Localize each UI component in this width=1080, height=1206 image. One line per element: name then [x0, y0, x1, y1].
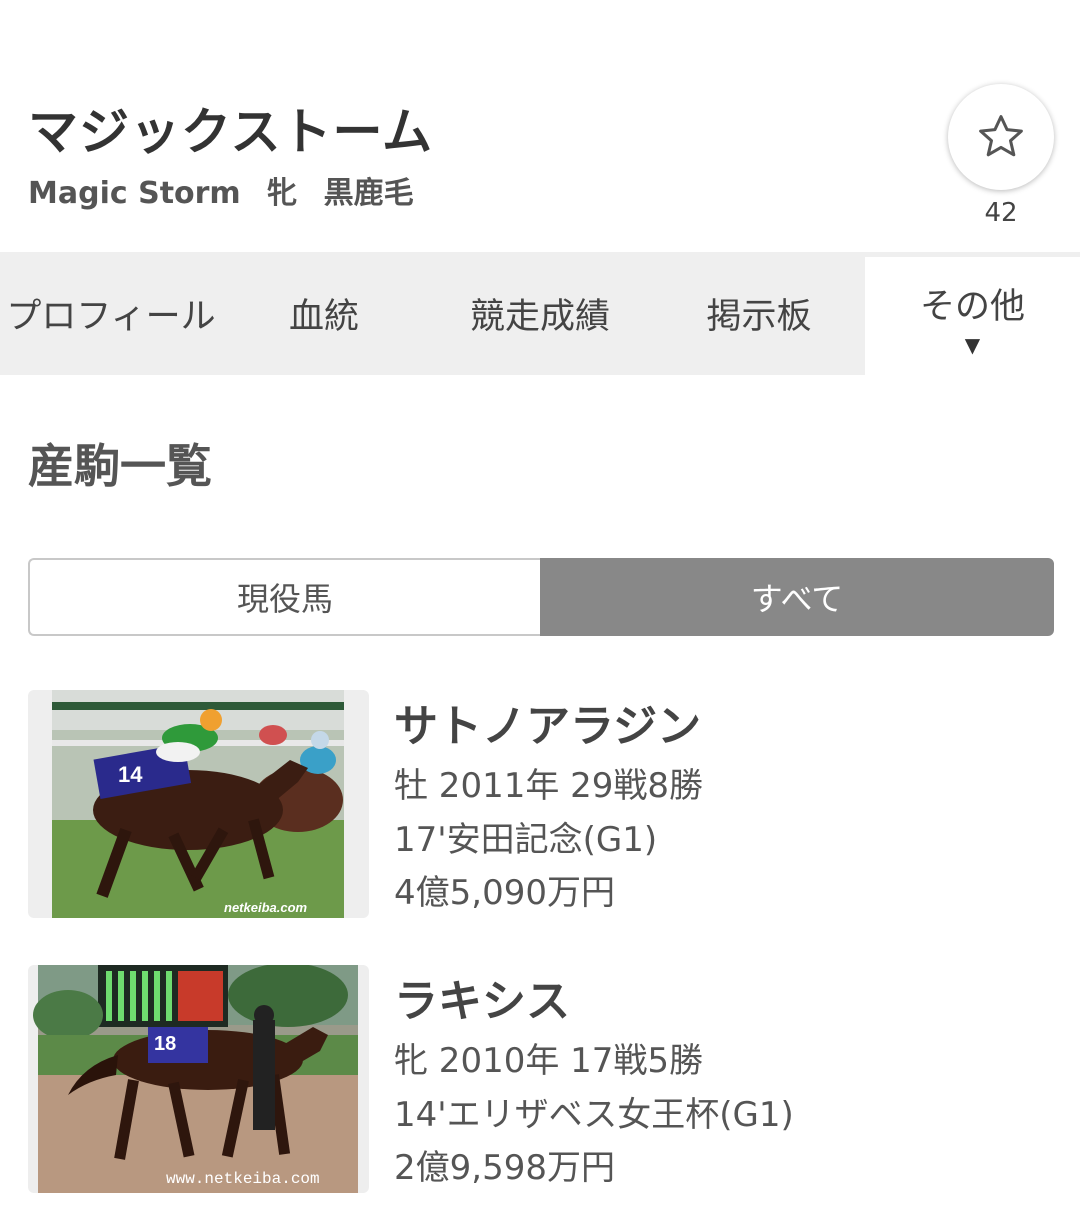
horse-name-title: マジックストーム [28, 103, 433, 161]
offspring-earnings: 4億5,090万円 [394, 873, 615, 913]
tab-race-results[interactable]: 競走成績 [426, 252, 654, 375]
filter-segmented-control: 現役馬 すべて [28, 558, 1054, 636]
paddock-photo-image: 18 www.netkeiba.com [33, 965, 358, 1193]
tab-other-label: その他 [919, 286, 1025, 327]
offspring-earnings: 2億9,598万円 [394, 1148, 615, 1188]
racing-photo-image: 14 netkeiba.com [52, 690, 344, 918]
chevron-down-icon: ▼ [964, 332, 981, 357]
horse-sex: 牝 [267, 176, 298, 211]
tab-message-board[interactable]: 掲示板 [654, 252, 864, 375]
tab-bar: プロフィール 血統 競走成績 掲示板 その他 ▼ [0, 252, 1080, 375]
photo-watermark: netkeiba.com [224, 900, 308, 915]
filter-active-horses-button[interactable]: 現役馬 [28, 558, 540, 636]
favorite-button[interactable] [948, 84, 1054, 190]
filter-all-button[interactable]: すべて [540, 558, 1054, 636]
photo-watermark: www.netkeiba.com [166, 1170, 320, 1188]
horse-name-english: Magic Storm [28, 176, 241, 211]
tab-profile[interactable]: プロフィール [0, 252, 222, 375]
offspring-name: ラキシス [394, 976, 570, 1027]
horse-header: マジックストーム Magic Storm 牝 黒鹿毛 42 [0, 0, 1080, 252]
offspring-list-item[interactable]: 18 www.netkeiba.com ラキシス 牝 2010年 17戦5勝 1… [28, 965, 1054, 1195]
tab-pedigree[interactable]: 血統 [222, 252, 426, 375]
offspring-list-item[interactable]: 14 netkeiba.com サトノアラジン 牡 2011年 29戦8勝 17… [28, 690, 1054, 920]
offspring-best-race: 17'安田記念(G1) [394, 820, 658, 860]
horse-coat-color: 黒鹿毛 [323, 176, 414, 211]
offspring-info: 牡 2011年 29戦8勝 [394, 766, 704, 806]
saddle-number: 18 [154, 1033, 176, 1055]
offspring-best-race: 14'エリザベス女王杯(G1) [394, 1095, 794, 1135]
horse-photo: 14 netkeiba.com [28, 690, 369, 918]
favorite-count: 42 [984, 198, 1018, 228]
offspring-info: 牝 2010年 17戦5勝 [394, 1041, 704, 1081]
horse-photo: 18 www.netkeiba.com [28, 965, 369, 1193]
horse-subtitle: Magic Storm 牝 黒鹿毛 [28, 168, 430, 212]
tab-other[interactable]: その他 ▼ [865, 257, 1080, 375]
saddle-number: 14 [118, 762, 143, 787]
star-outline-icon [979, 115, 1023, 157]
offspring-name: サトノアラジン [394, 701, 702, 752]
section-title: 産駒一覧 [28, 439, 212, 493]
